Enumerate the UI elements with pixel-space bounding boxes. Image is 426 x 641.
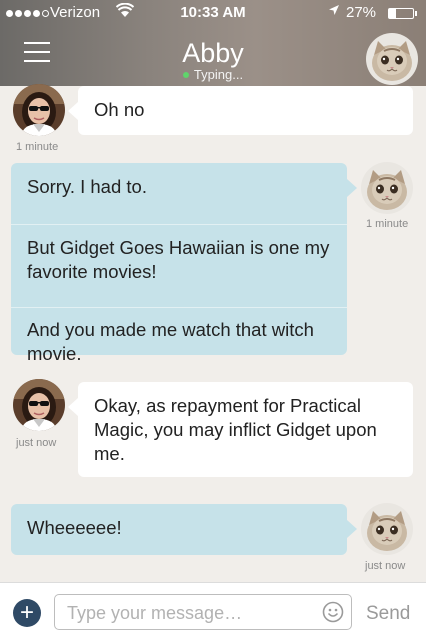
incoming-message-bubble[interactable]: Okay, as repayment for Practical Magic, … xyxy=(68,382,413,477)
message-text: Sorry. I had to. xyxy=(27,176,147,197)
outgoing-message-bubble[interactable]: Sorry. I had to. But Gidget Goes Hawaiia… xyxy=(11,163,357,364)
message-timestamp: just now xyxy=(365,560,406,572)
battery-icon xyxy=(388,8,417,19)
message-text: But Gidget Goes Hawaiian is one my favor… xyxy=(27,237,330,282)
message-timestamp: 1 minute xyxy=(16,141,59,153)
typing-status: Typing... xyxy=(193,67,244,82)
battery-percent: 27% xyxy=(346,4,377,21)
smiley-icon[interactable] xyxy=(322,601,344,623)
message-timestamp: 1 minute xyxy=(366,218,409,230)
location-arrow-icon xyxy=(328,4,340,19)
outgoing-message-bubble[interactable]: Wheeeeee! xyxy=(11,504,357,555)
send-button[interactable]: Send xyxy=(366,603,410,625)
message-segment: And you made me watch that witch movie. xyxy=(11,307,347,388)
sender-avatar[interactable] xyxy=(13,379,65,431)
sender-avatar[interactable] xyxy=(13,84,65,136)
plus-circle-icon[interactable]: + xyxy=(13,599,41,627)
message-input[interactable] xyxy=(65,595,319,631)
message-segment: But Gidget Goes Hawaiian is one my favor… xyxy=(11,224,347,307)
status-bar: Verizon 10:33 AM 27% xyxy=(0,0,426,28)
contact-name[interactable]: Abby xyxy=(0,38,426,69)
message-segment: Sorry. I had to. xyxy=(11,163,347,224)
message-input-field[interactable] xyxy=(54,594,352,631)
my-avatar[interactable] xyxy=(361,503,413,555)
contact-avatar[interactable] xyxy=(366,33,418,85)
message-text: Okay, as repayment for Practical Magic, … xyxy=(94,395,377,464)
message-text: Wheeeeee! xyxy=(27,517,122,538)
typing-indicator: Typing... xyxy=(0,67,426,82)
chat-header: Verizon 10:33 AM 27% Abby Typing... xyxy=(0,0,426,86)
message-timestamp: just now xyxy=(16,437,57,449)
my-avatar[interactable] xyxy=(361,162,413,214)
online-dot-icon xyxy=(182,72,189,78)
message-text: And you made me watch that witch movie. xyxy=(27,319,314,364)
message-text: Oh no xyxy=(94,99,145,120)
message-composer: + Send xyxy=(0,582,426,641)
incoming-message-bubble[interactable]: Oh no xyxy=(68,86,413,135)
